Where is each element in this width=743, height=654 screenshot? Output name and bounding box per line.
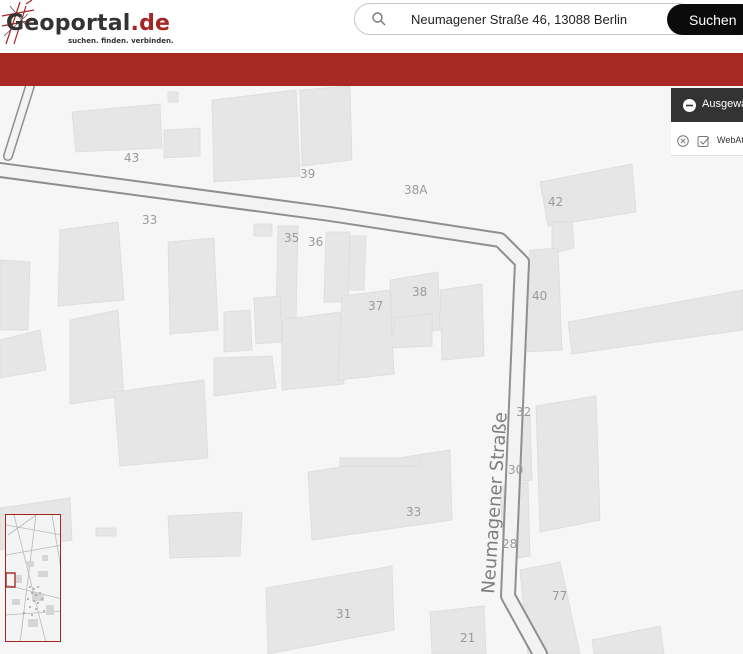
house-number: 33 bbox=[406, 505, 421, 519]
header: Geoportal.de suchen. finden. verbinden. … bbox=[0, 0, 743, 53]
house-number: 40 bbox=[532, 289, 547, 303]
overview-map-svg bbox=[6, 515, 60, 641]
map-svg[interactable]: 43 39 38A 42 33 35 36 37 38 40 32 30 33 … bbox=[0, 86, 743, 654]
house-number: 30 bbox=[508, 463, 523, 477]
building bbox=[535, 395, 601, 533]
house-number: 43 bbox=[124, 151, 139, 165]
search-icon[interactable] bbox=[371, 11, 387, 27]
building bbox=[591, 625, 665, 654]
logo-name: Geoportal bbox=[6, 11, 131, 36]
building bbox=[95, 527, 117, 537]
building bbox=[337, 289, 395, 381]
building bbox=[57, 221, 125, 307]
close-circle-icon[interactable] bbox=[677, 135, 689, 147]
search-button[interactable]: Suchen bbox=[667, 4, 743, 35]
building bbox=[69, 309, 125, 405]
building bbox=[211, 89, 301, 183]
house-number: 38 bbox=[412, 285, 427, 299]
building bbox=[339, 457, 421, 467]
minus-circle-icon[interactable] bbox=[683, 99, 696, 112]
layer-panel-title: Ausgewählte Dienste bbox=[702, 98, 743, 110]
logo-wordmark: Geoportal.de bbox=[6, 12, 170, 36]
house-number: 21 bbox=[460, 631, 475, 645]
building bbox=[281, 311, 345, 391]
checkbox-checked-icon[interactable] bbox=[697, 135, 710, 148]
map-canvas[interactable]: 43 39 38A 42 33 35 36 37 38 40 32 30 33 … bbox=[0, 86, 743, 654]
building bbox=[167, 91, 179, 103]
building bbox=[167, 237, 219, 335]
search-input[interactable] bbox=[411, 8, 631, 30]
house-number: 38A bbox=[404, 183, 428, 197]
building bbox=[213, 355, 277, 397]
building bbox=[265, 565, 395, 654]
building bbox=[253, 295, 283, 345]
house-number: 39 bbox=[300, 167, 315, 181]
building bbox=[163, 127, 201, 159]
building bbox=[439, 283, 485, 361]
geoportal-logo[interactable]: Geoportal.de suchen. finden. verbinden. bbox=[0, 0, 190, 52]
buildings bbox=[0, 86, 743, 654]
building bbox=[323, 231, 351, 303]
building bbox=[347, 235, 367, 291]
building bbox=[429, 605, 487, 654]
building bbox=[167, 511, 243, 559]
house-number: 77 bbox=[552, 589, 567, 603]
house-number: 36 bbox=[308, 235, 323, 249]
building bbox=[393, 313, 433, 349]
building bbox=[113, 379, 209, 467]
building bbox=[253, 223, 273, 237]
nav-bar bbox=[0, 53, 743, 86]
house-number: 32 bbox=[516, 405, 531, 419]
house-number: 31 bbox=[336, 607, 351, 621]
building bbox=[299, 86, 353, 167]
building bbox=[0, 329, 47, 379]
layer-panel-header[interactable]: Ausgewählte Dienste bbox=[671, 88, 743, 122]
logo-tagline: suchen. finden. verbinden. bbox=[68, 37, 174, 45]
house-number: 42 bbox=[548, 195, 563, 209]
search-box bbox=[354, 3, 694, 35]
logo-tld: .de bbox=[130, 11, 171, 36]
house-number: 33 bbox=[142, 213, 157, 227]
house-number: 37 bbox=[368, 299, 383, 313]
building bbox=[567, 289, 743, 355]
overview-map[interactable] bbox=[5, 514, 61, 642]
building bbox=[71, 103, 163, 153]
street-fill bbox=[4, 86, 34, 160]
layer-row[interactable]: WebAtlasDE bbox=[671, 122, 743, 156]
house-number: 35 bbox=[284, 231, 299, 245]
layer-label: WebAtlasDE bbox=[717, 135, 743, 145]
house-number: 28 bbox=[502, 537, 517, 551]
building bbox=[223, 309, 253, 353]
geoportal-map-page: Geoportal.de suchen. finden. verbinden. … bbox=[0, 0, 743, 654]
building bbox=[0, 259, 31, 331]
